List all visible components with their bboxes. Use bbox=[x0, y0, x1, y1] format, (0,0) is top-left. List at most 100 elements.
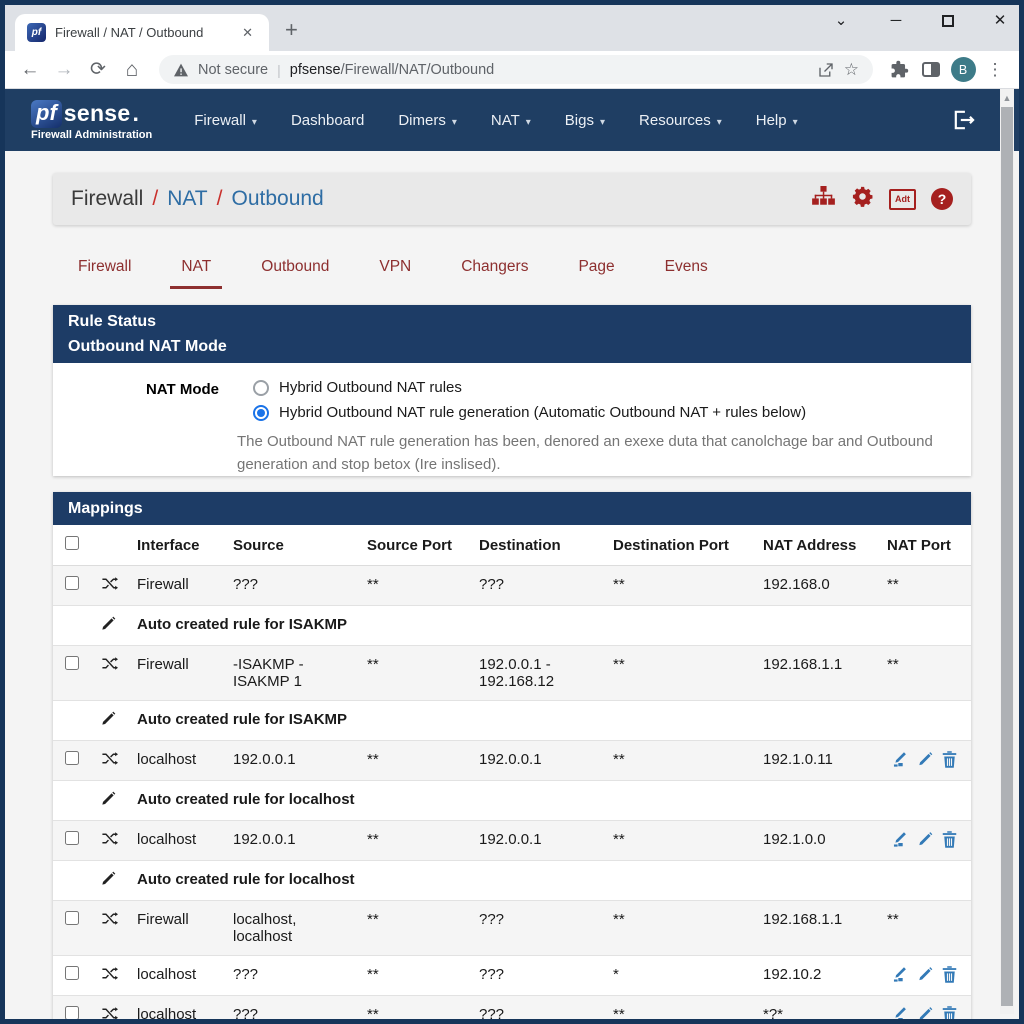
shuffle-icon bbox=[101, 1006, 118, 1019]
nav-item-help[interactable]: Help▾ bbox=[742, 103, 812, 138]
row-checkbox[interactable] bbox=[65, 966, 79, 980]
nav-item-nat[interactable]: NAT▾ bbox=[477, 103, 545, 138]
edit-icon[interactable] bbox=[918, 751, 933, 768]
tab-evens[interactable]: Evens bbox=[640, 249, 733, 289]
edit-icon[interactable] bbox=[918, 1006, 933, 1019]
mapping-description-row: Auto created rule for localhost bbox=[53, 861, 971, 901]
new-tab-button[interactable]: + bbox=[285, 19, 298, 41]
cell-source: ??? bbox=[225, 996, 359, 1020]
chevron-down-icon: ▾ bbox=[600, 117, 605, 128]
gear-icon[interactable] bbox=[851, 185, 874, 214]
browser-menu-dots-icon[interactable]: ⋮ bbox=[981, 60, 1009, 80]
row-checkbox[interactable] bbox=[65, 1006, 79, 1019]
nat-mode-option[interactable]: Hybrid Outbound NAT rules bbox=[253, 379, 806, 396]
breadcrumb-separator: / bbox=[152, 187, 158, 211]
logout-icon[interactable] bbox=[953, 110, 975, 130]
mapping-description-row: Auto created rule for ISAKMP bbox=[53, 606, 971, 646]
window-maximize-button[interactable] bbox=[942, 15, 954, 27]
breadcrumb: Firewall/NAT/Outbound bbox=[71, 187, 324, 211]
shuffle-icon bbox=[101, 656, 118, 671]
radio-selected-icon[interactable] bbox=[253, 405, 269, 421]
shuffle-icon bbox=[101, 831, 118, 846]
row-checkbox[interactable] bbox=[65, 751, 79, 765]
url-text: pfsense/Firewall/NAT/Outbound bbox=[290, 62, 808, 78]
delete-icon[interactable] bbox=[942, 831, 957, 848]
browser-tab[interactable]: pf Firewall / NAT / Outbound ✕ bbox=[15, 14, 269, 51]
url-host: pfsense bbox=[290, 62, 341, 78]
cell-destination-port: ** bbox=[605, 646, 755, 701]
tab-vpn[interactable]: VPN bbox=[354, 249, 436, 289]
back-icon[interactable]: ← bbox=[15, 60, 45, 79]
address-bar[interactable]: Not secure | pfsense/Firewall/NAT/Outbou… bbox=[159, 55, 873, 84]
scroll-up-arrow-icon[interactable]: ▲ bbox=[1000, 89, 1014, 103]
mapping-row: localhost192.0.0.1**192.0.0.1**192.1.0.1… bbox=[53, 741, 971, 781]
edit-note-icon[interactable] bbox=[892, 1006, 909, 1019]
help-icon[interactable]: ? bbox=[931, 188, 953, 210]
share-icon[interactable] bbox=[817, 61, 835, 79]
logo-pf-box: pf bbox=[31, 100, 62, 128]
profile-avatar[interactable]: B bbox=[949, 57, 977, 82]
edit-note-icon[interactable] bbox=[892, 966, 909, 983]
cell-destination-port: * bbox=[605, 956, 755, 996]
reload-icon[interactable]: ⟳ bbox=[83, 60, 113, 79]
tab-changers[interactable]: Changers bbox=[436, 249, 553, 289]
pfsense-logo[interactable]: pfsense. Firewall Administration bbox=[31, 100, 152, 141]
extensions-puzzle-icon[interactable] bbox=[885, 60, 913, 79]
cell-source: -ISAKMP - ISAKMP 1 bbox=[225, 646, 359, 701]
tab-outbound[interactable]: Outbound bbox=[236, 249, 354, 289]
nat-mode-label: NAT Mode bbox=[69, 379, 219, 429]
cell-source-port: ** bbox=[359, 956, 471, 996]
forward-icon[interactable]: → bbox=[49, 60, 79, 79]
scrollbar-thumb[interactable] bbox=[1001, 107, 1013, 1006]
edit-icon[interactable] bbox=[918, 966, 933, 983]
edit-note-icon[interactable] bbox=[892, 751, 909, 768]
mappings-header-row: InterfaceSourceSource PortDestinationDes… bbox=[53, 525, 971, 566]
window-close-button[interactable]: ✕ bbox=[991, 13, 1009, 28]
nat-mode-option[interactable]: Hybrid Outbound NAT rule generation (Aut… bbox=[253, 404, 806, 421]
avatar-letter: B bbox=[951, 57, 976, 82]
cell-source: localhost, localhost bbox=[225, 901, 359, 956]
edit-icon[interactable] bbox=[918, 831, 933, 848]
sitemap-icon[interactable] bbox=[811, 186, 836, 213]
adt-badge-icon[interactable]: Adt bbox=[889, 189, 916, 210]
radio-unselected-icon[interactable] bbox=[253, 380, 269, 396]
nav-item-dashboard[interactable]: Dashboard bbox=[277, 103, 378, 138]
logo-sense-text: sense bbox=[64, 100, 131, 127]
breadcrumb-item-outbound[interactable]: Outbound bbox=[231, 187, 323, 211]
cell-destination-port: ** bbox=[605, 996, 755, 1020]
mappings-table-body: Firewall???**???**192.168.0**Auto create… bbox=[53, 566, 971, 1020]
chevron-down-icon: ▾ bbox=[717, 117, 722, 128]
tab-search-chevron-icon[interactable]: ⌄ bbox=[832, 13, 850, 28]
tab-close-icon[interactable]: ✕ bbox=[238, 23, 257, 43]
row-select-cell bbox=[53, 646, 93, 701]
home-icon[interactable]: ⌂ bbox=[117, 59, 147, 80]
logo-subtitle: Firewall Administration bbox=[31, 129, 152, 141]
window-minimize-button[interactable]: ─ bbox=[887, 13, 905, 28]
mapping-row: Firewalllocalhost, localhost**???**192.1… bbox=[53, 901, 971, 956]
nav-item-firewall[interactable]: Firewall▾ bbox=[180, 103, 271, 138]
bookmark-star-icon[interactable]: ☆ bbox=[844, 60, 859, 80]
tab-nat[interactable]: NAT bbox=[156, 249, 236, 289]
row-checkbox[interactable] bbox=[65, 656, 79, 670]
nav-item-dimers[interactable]: Dimers▾ bbox=[384, 103, 471, 138]
not-secure-warning-icon[interactable] bbox=[173, 63, 189, 77]
page-scrollbar[interactable]: ▲ bbox=[1000, 89, 1014, 1014]
chevron-down-icon: ▾ bbox=[252, 117, 257, 128]
tab-page[interactable]: Page bbox=[553, 249, 639, 289]
delete-icon[interactable] bbox=[942, 966, 957, 983]
edit-note-icon[interactable] bbox=[892, 831, 909, 848]
nav-item-bigs[interactable]: Bigs▾ bbox=[551, 103, 619, 138]
row-checkbox[interactable] bbox=[65, 911, 79, 925]
nav-item-resources[interactable]: Resources▾ bbox=[625, 103, 736, 138]
delete-icon[interactable] bbox=[942, 1006, 957, 1019]
select-all-cell bbox=[53, 525, 93, 566]
side-panel-icon[interactable] bbox=[917, 62, 945, 77]
select-all-checkbox[interactable] bbox=[65, 536, 79, 550]
breadcrumb-item-nat[interactable]: NAT bbox=[167, 187, 207, 211]
delete-icon[interactable] bbox=[942, 751, 957, 768]
browser-titlebar: pf Firewall / NAT / Outbound ✕ + ⌄ ─ ✕ bbox=[5, 5, 1019, 51]
row-checkbox[interactable] bbox=[65, 831, 79, 845]
row-checkbox[interactable] bbox=[65, 576, 79, 590]
cell-destination: ??? bbox=[471, 956, 605, 996]
tab-firewall[interactable]: Firewall bbox=[53, 249, 156, 289]
